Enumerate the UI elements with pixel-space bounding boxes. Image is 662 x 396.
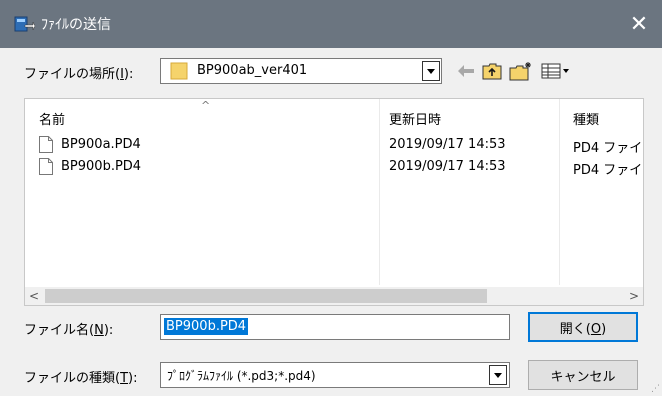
close-button[interactable]: ✕ (616, 0, 662, 48)
title-bar[interactable]: ﾌｧｲﾙの送信 ✕ (0, 0, 662, 48)
chevron-left-icon: < (28, 289, 40, 303)
chevron-down-icon (494, 372, 502, 378)
cancel-button-label: キャンセル (550, 369, 616, 385)
file-send-dialog: ﾌｧｲﾙの送信 ✕ ファイルの場所(I): BP900ab_ver401 ^ 名… (0, 0, 662, 396)
scroll-right-button[interactable]: > (625, 287, 643, 305)
view-menu-icon (541, 63, 569, 79)
view-menu-button[interactable] (540, 60, 572, 82)
file-icon (39, 136, 53, 153)
up-folder-button[interactable] (480, 60, 504, 82)
file-name: BP900b.PD4 (61, 159, 142, 174)
column-header-type[interactable]: 種類 (573, 109, 599, 128)
horizontal-scrollbar[interactable]: < > (25, 287, 643, 305)
filetype-dropdown[interactable]: ﾌﾟﾛｸﾞﾗﾑﾌｧｲﾙ (*.pd3;*.pd4) (160, 362, 510, 388)
scroll-left-button[interactable]: < (25, 287, 43, 305)
lookin-label: ファイルの場所(I): (24, 67, 134, 82)
column-divider (559, 99, 560, 285)
file-name: BP900a.PD4 (61, 137, 141, 152)
sort-ascending-icon: ^ (201, 99, 211, 112)
new-folder-icon (509, 62, 531, 81)
cancel-button[interactable]: キャンセル (528, 360, 638, 390)
file-row[interactable]: BP900a.PD4 2019/09/17 14:53 PD4 ファイ| (25, 135, 644, 156)
file-icon (39, 158, 53, 175)
file-type: PD4 ファイ| (573, 163, 644, 178)
lookin-value: BP900ab_ver401 (197, 63, 308, 78)
close-icon: ✕ (629, 11, 649, 37)
column-divider (379, 99, 380, 285)
chevron-right-icon: > (628, 289, 640, 303)
open-button-label: 開く(O) (559, 321, 607, 337)
back-arrow-icon (458, 65, 474, 77)
column-header-name[interactable]: 名前 (39, 109, 65, 128)
filename-input[interactable]: BP900b.PD4 (160, 314, 510, 340)
lookin-dropdown[interactable]: BP900ab_ver401 (160, 58, 442, 84)
filetype-value: ﾌﾟﾛｸﾞﾗﾑﾌｧｲﾙ (*.pd3;*.pd4) (167, 369, 316, 383)
file-list[interactable]: ^ 名前 更新日時 種類 BP900a.PD4 2019/09/17 14:53… (24, 98, 644, 306)
send-file-app-icon (14, 16, 35, 32)
scroll-thumb[interactable] (45, 289, 487, 303)
open-button[interactable]: 開く(O) (528, 312, 638, 342)
column-header-date[interactable]: 更新日時 (389, 109, 441, 128)
file-date: 2019/09/17 14:53 (389, 137, 506, 152)
lookin-dropdown-button[interactable] (422, 61, 440, 81)
folder-icon (170, 62, 188, 80)
filetype-label: ファイルの種類(T): (24, 371, 138, 386)
new-folder-button[interactable] (508, 60, 534, 82)
back-button[interactable] (455, 60, 477, 82)
resize-grip-icon[interactable]: ⋰ (651, 384, 660, 394)
filename-value: BP900b.PD4 (164, 318, 249, 335)
window-title: ﾌｧｲﾙの送信 (41, 17, 111, 33)
file-date: 2019/09/17 14:53 (389, 159, 506, 174)
up-folder-icon (482, 63, 502, 80)
filetype-dropdown-button[interactable] (489, 365, 507, 385)
file-row[interactable]: BP900b.PD4 2019/09/17 14:53 PD4 ファイ| (25, 157, 644, 178)
chevron-down-icon (427, 68, 435, 74)
file-type: PD4 ファイ| (573, 141, 644, 156)
filename-label: ファイル名(N): (24, 323, 114, 338)
